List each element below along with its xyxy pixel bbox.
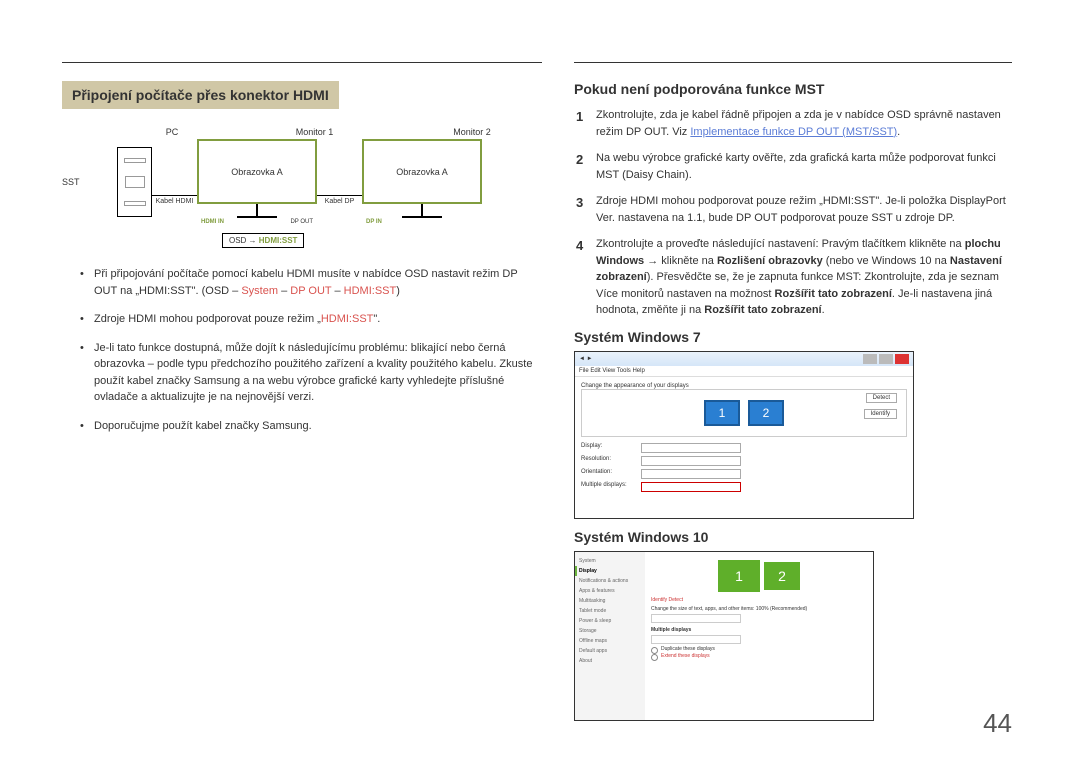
- label-kabel-dp: Kabel DP: [317, 198, 362, 205]
- sidebar-item-display[interactable]: Display: [579, 566, 641, 576]
- win7-screenshot: ◄ ► File Edit View Tools Help Change the…: [574, 351, 914, 519]
- connection-diagram: PC Monitor 1 Monitor 2 SST Kabel HDMI Ob…: [62, 127, 542, 248]
- label-monitor2: Monitor 2: [402, 127, 542, 137]
- win7-multi-displays-field[interactable]: [641, 482, 741, 492]
- bullet-4: Doporučujme použít kabel značky Samsung.: [80, 418, 542, 435]
- mst-heading: Pokud není podporována funkce MST: [574, 81, 1012, 97]
- label-pc: PC: [117, 127, 227, 137]
- mst-steps: Zkontrolujte, zda je kabel řádně připoje…: [574, 107, 1012, 319]
- step-4: Zkontrolujte a proveďte následující nast…: [574, 236, 1012, 319]
- bullet-1: Při připojování počítače pomocí kabelu H…: [80, 266, 542, 299]
- win10-screenshot: System Display Notifications & actions A…: [574, 551, 874, 721]
- left-bullet-list: Při připojování počítače pomocí kabelu H…: [62, 266, 542, 434]
- win7-heading: Systém Windows 7: [574, 329, 1012, 345]
- label-sst: SST: [62, 177, 117, 187]
- step-2: Na webu výrobce grafické karty ověřte, z…: [574, 150, 1012, 183]
- osd-note: OSD → HDMI:SST: [222, 233, 304, 248]
- win7-monitor-1-icon: 1: [704, 400, 740, 426]
- link-dpout-impl[interactable]: Implementace funkce DP OUT (MST/SST): [690, 126, 897, 138]
- label-monitor1: Monitor 1: [227, 127, 402, 137]
- left-heading: Připojení počítače přes konektor HDMI: [62, 81, 339, 109]
- pc-icon: [117, 147, 152, 217]
- identify-button[interactable]: Identify: [864, 409, 897, 419]
- step-1: Zkontrolujte, zda je kabel řádně připoje…: [574, 107, 1012, 140]
- win10-multi-displays-field[interactable]: [651, 635, 741, 644]
- bullet-3: Je-li tato funkce dostupná, může dojít k…: [80, 340, 542, 406]
- win7-monitor-2-icon: 2: [748, 400, 784, 426]
- step-3: Zdroje HDMI mohou podporovat pouze režim…: [574, 193, 1012, 226]
- win10-heading: Systém Windows 10: [574, 529, 1012, 545]
- win10-sidebar: System Display Notifications & actions A…: [575, 552, 645, 720]
- page-number: 44: [983, 708, 1012, 739]
- monitor2-icon: Obrazovka A DP IN: [362, 139, 482, 225]
- win10-monitor-1-icon: 1: [718, 560, 760, 592]
- detect-button[interactable]: Detect: [866, 393, 897, 403]
- label-kabel-hdmi: Kabel HDMI: [152, 198, 197, 205]
- bullet-2: Zdroje HDMI mohou podporovat pouze režim…: [80, 311, 542, 328]
- win10-monitor-2-icon: 2: [764, 562, 800, 590]
- monitor1-icon: Obrazovka A HDMI IN DP OUT: [197, 139, 317, 225]
